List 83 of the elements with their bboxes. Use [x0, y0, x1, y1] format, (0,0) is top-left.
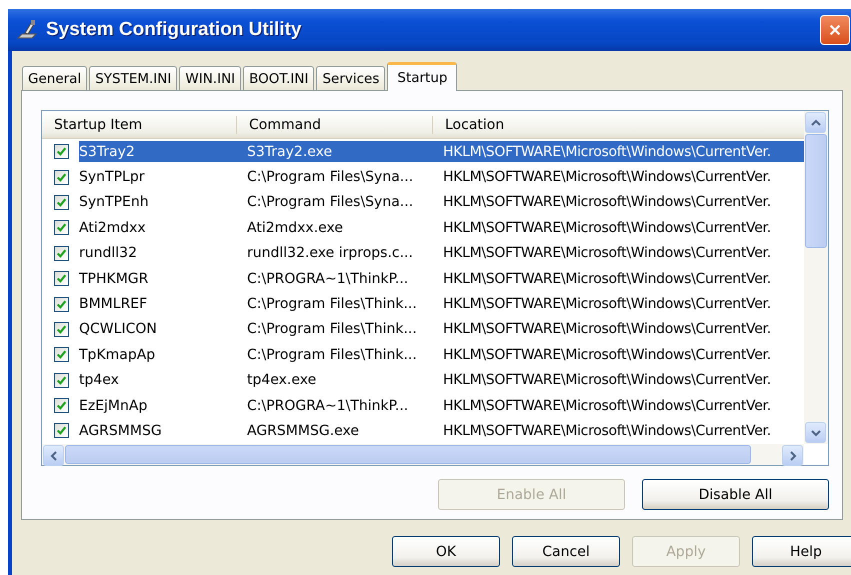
table-cell-text: C:\Program Files\Think... — [247, 296, 418, 312]
window-title: System Configuration Utility — [46, 19, 302, 41]
table-cell: HKLM\SOFTWARE\Microsoft\Windows\CurrentVer. — [443, 169, 771, 186]
caret-right-icon — [788, 450, 798, 460]
table-cell: HKLM\SOFTWARE\Microsoft\Windows\CurrentVer. — [443, 422, 771, 439]
checkbox[interactable] — [54, 170, 68, 185]
table-row[interactable]: BMMLREF C:\Program Files\Think... HKLM\SOFTWARE\Microsoft\Windows\CurrentVer. — [79, 294, 804, 315]
table-cell-text: EzEjMnAp — [79, 398, 148, 414]
table-row[interactable]: SynTPLpr C:\Program Files\Syna... HKLM\SOFTWARE\Microsoft\Windows\CurrentVer. — [79, 166, 804, 188]
table-cell-text: S3Tray2.exe — [247, 144, 334, 160]
checkbox[interactable] — [54, 398, 68, 414]
button[interactable]: Help — [752, 536, 851, 567]
table-cell: HKLM\SOFTWARE\Microsoft\Windows\CurrentVer. — [443, 245, 771, 262]
checkbox[interactable] — [54, 271, 68, 286]
table-cell: HKLM\SOFTWARE\Microsoft\Windows\CurrentVer. — [443, 321, 771, 338]
checkbox[interactable] — [54, 322, 68, 337]
table-row[interactable]: EzEjMnAp C:\PROGRA~1\ThinkP... HKLM\SOFTWARE\Microsoft\Windows\CurrentVer. — [79, 395, 804, 416]
table-cell-text: TPHKMGR — [79, 270, 150, 287]
horizontal-scrollbar[interactable] — [42, 444, 804, 465]
table-cell-text: Ati2mdxx.exe — [247, 220, 344, 236]
table-cell-text: tp4ex.exe — [247, 372, 318, 388]
table-cell: HKLM\SOFTWARE\Microsoft\Windows\CurrentVer. — [443, 346, 771, 363]
table-row[interactable]: TPHKMGR C:\PROGRA~1\ThinkP... HKLM\SOFTWARE\Microsoft\Windows\CurrentVer. — [79, 268, 804, 290]
wrench-icon — [16, 19, 40, 41]
table-cell-text: C:\Program Files\Think... — [247, 321, 418, 338]
button[interactable]: Disable All — [642, 479, 829, 510]
table-cell: HKLM\SOFTWARE\Microsoft\Windows\CurrentVer. — [443, 220, 771, 236]
checkbox[interactable] — [54, 246, 68, 261]
table-cell-text: AGRSMMSG — [79, 422, 163, 439]
table-cell: HKLM\SOFTWARE\Microsoft\Windows\CurrentVer. — [443, 270, 771, 287]
table-row[interactable]: TpKmapAp C:\Program Files\Think... HKLM\SOFTWARE\Microsoft\Windows\CurrentVer. — [79, 344, 804, 366]
column-header[interactable]: Startup Item — [42, 116, 237, 134]
table-cell-text: Ati2mdxx — [79, 220, 147, 236]
checkbox[interactable] — [54, 144, 68, 160]
column-header[interactable]: Location — [433, 116, 504, 134]
checkbox[interactable] — [54, 372, 68, 388]
tab[interactable]: BOOT.INI — [243, 66, 314, 90]
checkbox[interactable] — [54, 220, 68, 236]
close-button[interactable] — [820, 15, 850, 45]
table-cell: HKLM\SOFTWARE\Microsoft\Windows\CurrentVer. — [443, 398, 771, 414]
tab[interactable]: Services — [316, 66, 386, 90]
tab[interactable]: WIN.INI — [179, 66, 242, 90]
vertical-scrollbar[interactable] — [804, 111, 828, 444]
table-cell-text: SynTPEnh — [79, 194, 150, 210]
tab[interactable]: Startup — [387, 62, 458, 91]
table-cell-text: C:\Program Files\Syna... — [247, 169, 414, 186]
table-cell-text: S3Tray2 — [79, 144, 136, 160]
table-cell-text: C:\Program Files\Think... — [247, 346, 418, 363]
table-cell: HKLM\SOFTWARE\Microsoft\Windows\CurrentVer. — [443, 372, 771, 388]
button[interactable]: Cancel — [512, 536, 620, 567]
checkbox[interactable] — [54, 296, 68, 312]
table-cell-text: C:\PROGRA~1\ThinkP... — [247, 270, 410, 287]
table-row[interactable]: SynTPEnh C:\Program Files\Syna... HKLM\SOFTWARE\Microsoft\Windows\CurrentVer. — [79, 192, 804, 213]
button[interactable]: OK — [392, 536, 500, 567]
caret-up-icon — [810, 118, 820, 128]
tab[interactable]: SYSTEM.INI — [89, 66, 178, 90]
caret-left-icon — [48, 450, 58, 460]
table-row[interactable]: rundll32 rundll32.exe irprops.c... HKLM\SOFTWARE\Microsoft\Windows\CurrentVer. — [79, 242, 804, 264]
table-cell-text: C:\Program Files\Syna... — [247, 194, 414, 210]
table-row[interactable]: tp4ex tp4ex.exe HKLM\SOFTWARE\Microsoft\Windows\CurrentVer. — [79, 370, 804, 391]
caret-down-icon — [810, 428, 820, 438]
table-cell-text: TpKmapAp — [79, 346, 156, 363]
table-cell-text: AGRSMMSG.exe — [247, 422, 360, 439]
table-cell-text: rundll32.exe irprops.c... — [247, 245, 414, 262]
table-row[interactable]: AGRSMMSG AGRSMMSG.exe HKLM\SOFTWARE\Microsoft\Windows\CurrentVer. — [79, 420, 804, 442]
checkbox[interactable] — [54, 347, 68, 362]
table-cell: HKLM\SOFTWARE\Microsoft\Windows\CurrentVer. — [443, 144, 771, 160]
table-cell: HKLM\SOFTWARE\Microsoft\Windows\CurrentVer. — [443, 194, 771, 210]
table-cell-text: C:\PROGRA~1\ThinkP... — [247, 398, 410, 414]
table-cell-text: QCWLICON — [79, 321, 158, 338]
table-row[interactable]: S3Tray2 S3Tray2.exe HKLM\SOFTWARE\Microsoft\Windows\CurrentVer. — [79, 141, 804, 162]
table-cell-text: BMMLREF — [79, 296, 148, 312]
tab[interactable]: General — [22, 66, 88, 90]
checkbox[interactable] — [54, 423, 68, 438]
column-header[interactable]: Command — [237, 116, 433, 134]
close-icon — [828, 23, 842, 37]
table-row[interactable]: Ati2mdxx Ati2mdxx.exe HKLM\SOFTWARE\Microsoft\Windows\CurrentVer. — [79, 217, 804, 238]
table-row[interactable]: QCWLICON C:\Program Files\Think... HKLM\SOFTWARE\Microsoft\Windows\CurrentVer. — [79, 318, 804, 340]
checkbox[interactable] — [54, 194, 68, 210]
table-cell-text: SynTPLpr — [79, 169, 146, 186]
table-cell: HKLM\SOFTWARE\Microsoft\Windows\CurrentVer. — [443, 296, 771, 312]
table-cell-text: rundll32 — [79, 245, 138, 262]
table-cell-text: tp4ex — [79, 372, 120, 388]
